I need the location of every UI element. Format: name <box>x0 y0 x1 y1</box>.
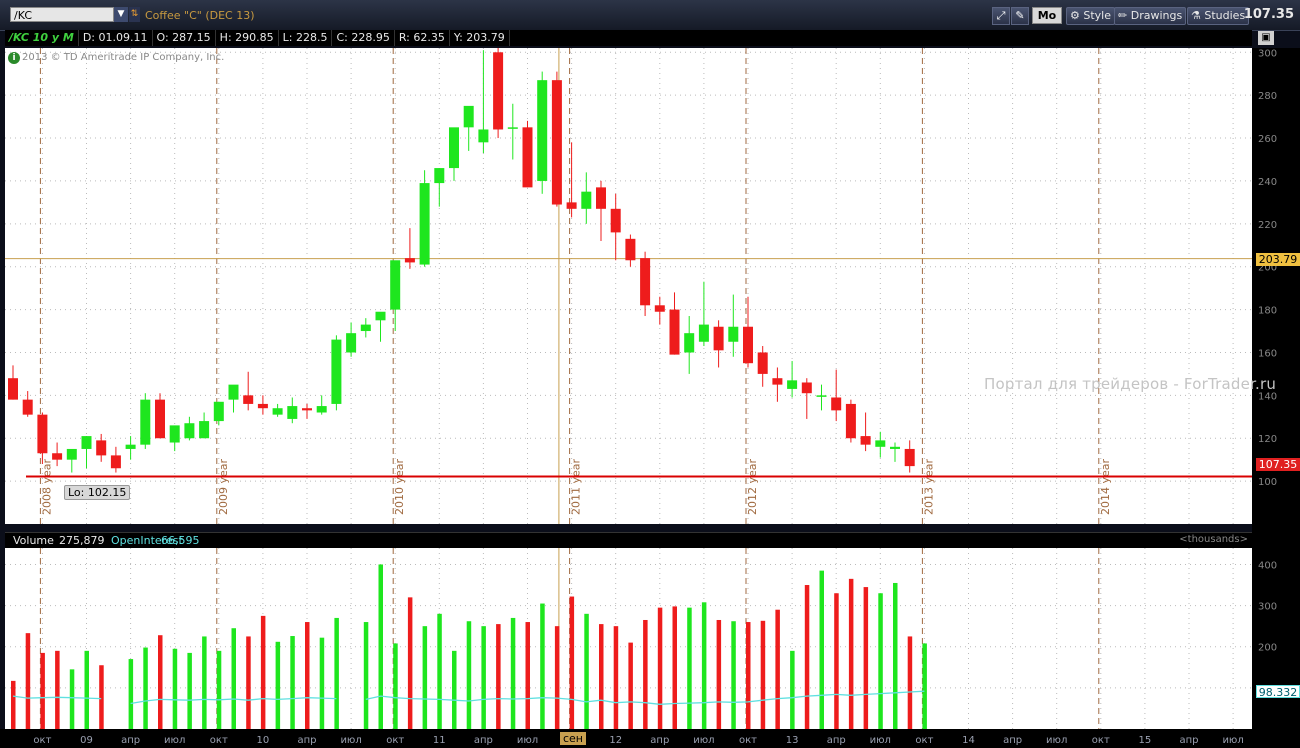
drawing-tool-icon[interactable]: ✎ <box>1011 7 1029 25</box>
price-panel[interactable] <box>5 48 1252 524</box>
volume-header: Volume 275,879 OpenInterest 66,595 <thou… <box>5 532 1252 549</box>
openinterest-value: 66,595 <box>161 534 200 547</box>
watermark: Портал для трейдеров - ForTrader.ru <box>984 375 1277 393</box>
openinterest-badge: 98.332 <box>1256 685 1300 699</box>
open-value: O: 287.15 <box>153 30 216 46</box>
ohlc-infobar: /KC 10 y M D: 01.09.11 O: 287.15 H: 290.… <box>5 30 1252 46</box>
last-price-badge: 107.35 <box>1256 458 1300 471</box>
range-value: R: 62.35 <box>395 30 450 46</box>
crosshair-price-badge: 203.79 <box>1256 253 1300 266</box>
style-label: Style <box>1083 9 1112 22</box>
units-label: <thousands> <box>1179 534 1248 545</box>
volume-label: Volume <box>13 534 54 547</box>
drawings-label: Drawings <box>1130 9 1183 22</box>
volume-value: 275,879 <box>59 534 105 547</box>
price-axis <box>1252 48 1300 748</box>
studies-label: Studies <box>1204 9 1246 22</box>
date-value: D: 01.09.11 <box>79 30 153 46</box>
symbol-sort-icon[interactable]: ⇅ <box>129 7 140 22</box>
studies-button[interactable]: ⚗ Studies <box>1187 7 1250 25</box>
pencil-icon: ✏ <box>1118 9 1128 22</box>
high-value: H: 290.85 <box>216 30 279 46</box>
style-icon: ⚙ <box>1070 9 1080 22</box>
close-value: C: 228.95 <box>332 30 395 46</box>
top-toolbar: /KC ▼ ⇅ Coffee "C" (DEC 13) ⤢ ✎ Mo ⚙ Sty… <box>0 0 1300 31</box>
info-icon[interactable]: i <box>8 52 20 64</box>
drawings-button[interactable]: ✏ Drawings <box>1114 7 1187 25</box>
copyright-notice: i 2013 © TD Ameritrade IP Company, Inc. <box>8 52 224 64</box>
symbol-input[interactable]: /KC <box>10 7 114 22</box>
chart-tag[interactable]: /KC 10 y M <box>5 30 79 46</box>
zoom-icon[interactable]: ⤢ <box>992 7 1010 25</box>
symbol-description: Coffee "C" (DEC 13) <box>145 9 255 22</box>
low-marker-label: Lo: 102.15 <box>64 485 131 500</box>
low-value: L: 228.5 <box>279 30 333 46</box>
symbol-dropdown-icon[interactable]: ▼ <box>114 7 128 22</box>
time-axis <box>0 729 1300 748</box>
style-button[interactable]: ⚙ Style <box>1066 7 1116 25</box>
crosshair-month-badge: сен <box>560 732 586 745</box>
chart-settings-icon[interactable]: ▣ <box>1258 31 1274 45</box>
y-value: Y: 203.79 <box>450 30 510 46</box>
flask-icon: ⚗ <box>1191 9 1201 22</box>
period-button[interactable]: Mo <box>1032 7 1062 24</box>
last-price: 107.35 <box>1243 7 1294 22</box>
volume-panel[interactable] <box>5 548 1252 729</box>
copyright-text: 2013 © TD Ameritrade IP Company, Inc. <box>22 52 225 63</box>
